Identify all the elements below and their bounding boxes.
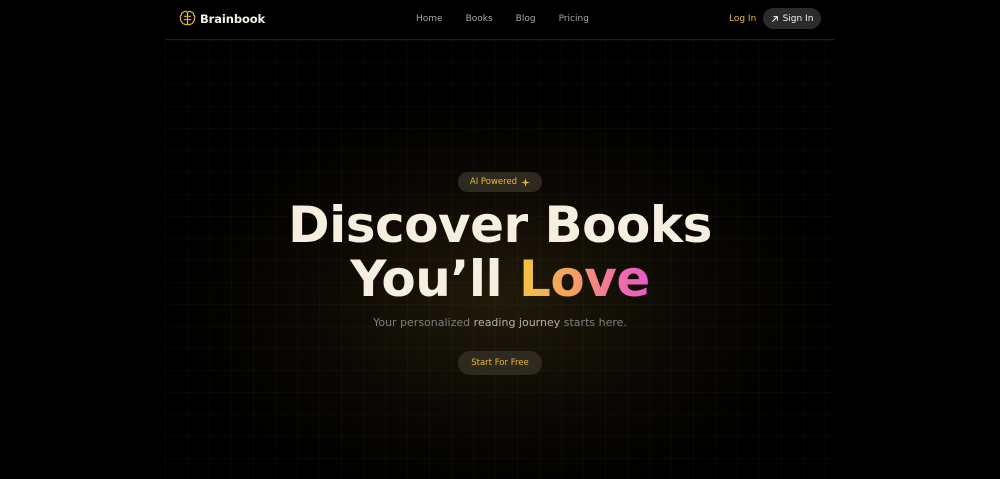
login-link[interactable]: Log In	[729, 13, 756, 25]
arrow-up-right-icon	[771, 15, 779, 23]
hero-subtitle: Your personalized reading journey starts…	[0, 316, 1000, 329]
hero-headline: Discover Books You’ll Love	[0, 198, 1000, 306]
subtitle-highlight: reading journey	[473, 316, 561, 329]
subtitle-before: Your personalized	[373, 316, 474, 329]
brand-logo-link[interactable]: Brainbook	[179, 10, 265, 27]
sparkle-icon	[521, 177, 531, 187]
subtitle-after: starts here.	[560, 316, 627, 329]
nav-link-books[interactable]: Books	[466, 13, 493, 25]
signin-label: Sign In	[782, 13, 814, 24]
nav-link-pricing[interactable]: Pricing	[559, 13, 589, 25]
headline-prefix: You’ll	[350, 250, 520, 308]
nav-links: Home Books Blog Pricing	[416, 13, 612, 25]
ai-powered-badge: AI Powered	[458, 172, 542, 192]
headline-highlight: Love	[519, 250, 650, 308]
nav-link-home[interactable]: Home	[416, 13, 443, 25]
signin-button[interactable]: Sign In	[763, 8, 821, 29]
brain-icon	[179, 10, 196, 27]
nav-link-blog[interactable]: Blog	[516, 13, 536, 25]
headline-line-1: Discover Books	[288, 196, 712, 254]
badge-label: AI Powered	[469, 177, 518, 187]
brand-name: Brainbook	[200, 11, 266, 26]
top-nav: Brainbook Home Books Blog Pricing Log In…	[165, 0, 835, 40]
landing-page: Brainbook Home Books Blog Pricing Log In…	[0, 0, 1000, 479]
start-for-free-button[interactable]: Start For Free	[458, 351, 542, 375]
headline-line-2: You’ll Love	[0, 252, 1000, 306]
